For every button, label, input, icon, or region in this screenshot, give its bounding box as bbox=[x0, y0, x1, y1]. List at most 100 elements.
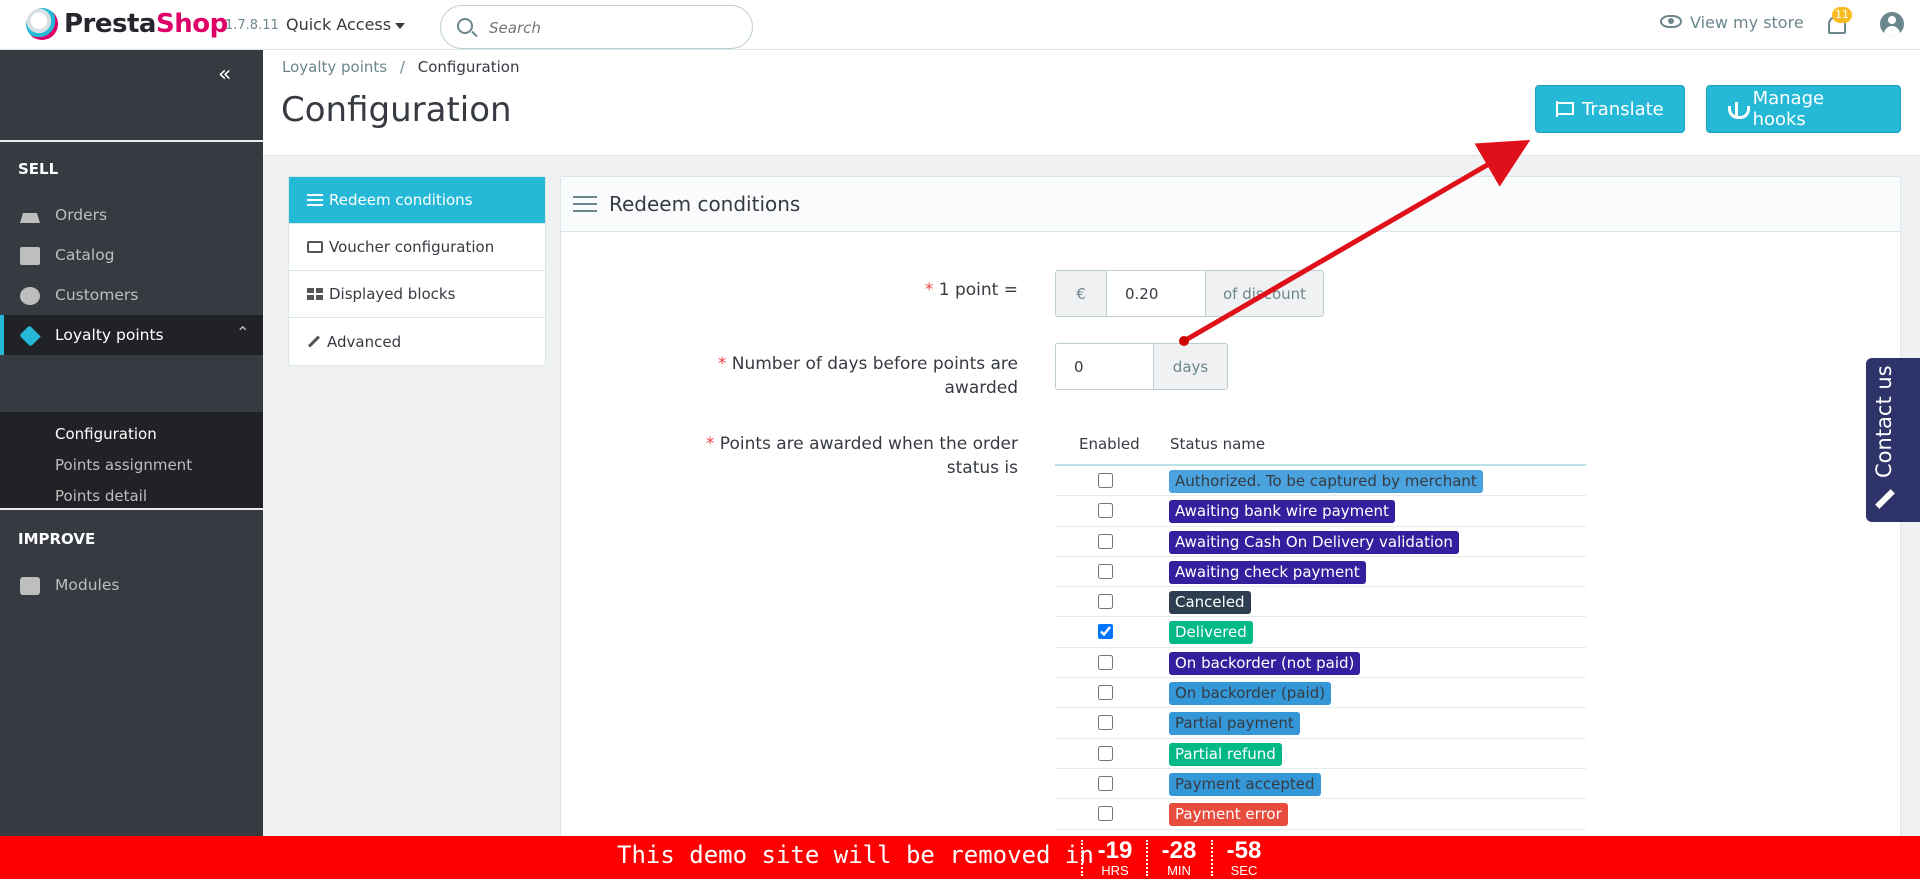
section-sell: SELL bbox=[18, 160, 59, 178]
loyalty-submenu: Configuration Points assignment Points d… bbox=[0, 412, 263, 510]
anchor-icon bbox=[1727, 100, 1750, 119]
customer-icon bbox=[20, 287, 40, 305]
manage-hooks-button[interactable]: Manage hooks bbox=[1706, 85, 1901, 133]
list-icon bbox=[573, 196, 597, 212]
status-badge: Authorized. To be captured by merchant bbox=[1169, 470, 1483, 493]
status-enabled-checkbox[interactable] bbox=[1098, 806, 1113, 822]
logo-text[interactable]: PrestaShop bbox=[64, 9, 228, 39]
currency-addon: € bbox=[1056, 271, 1106, 316]
status-enabled-checkbox[interactable] bbox=[1098, 624, 1113, 640]
timer-minutes: -28 MIN bbox=[1161, 837, 1197, 878]
col-status-name: Status name bbox=[1170, 435, 1266, 453]
col-enabled: Enabled bbox=[1079, 435, 1140, 453]
wand-icon bbox=[307, 335, 321, 348]
days-label: * Number of days before points are awarde… bbox=[717, 354, 1018, 398]
status-enabled-checkbox[interactable] bbox=[1098, 715, 1113, 731]
breadcrumb-current: Configuration bbox=[417, 58, 520, 76]
table-row: On backorder (paid) bbox=[1055, 678, 1586, 709]
table-row: Awaiting check payment bbox=[1055, 557, 1586, 588]
view-store-link[interactable]: View my store bbox=[1660, 13, 1804, 32]
status-enabled-checkbox[interactable] bbox=[1098, 654, 1113, 670]
translate-button[interactable]: Translate bbox=[1535, 85, 1685, 133]
tag-icon bbox=[19, 325, 41, 347]
top-header: PrestaShop 1.7.8.11 Quick Access View my… bbox=[0, 0, 1920, 50]
timer-seconds: -58 SEC bbox=[1226, 837, 1262, 878]
collapse-sidebar-icon[interactable]: « bbox=[218, 62, 231, 87]
quick-access-dropdown[interactable]: Quick Access bbox=[286, 15, 406, 34]
version-label: 1.7.8.11 bbox=[225, 18, 279, 33]
sidebar-item-catalog[interactable]: Catalog bbox=[0, 235, 263, 275]
tab-displayed-blocks[interactable]: Displayed blocks bbox=[289, 271, 545, 318]
status-enabled-checkbox[interactable] bbox=[1098, 775, 1113, 791]
status-badge: Awaiting check payment bbox=[1169, 560, 1366, 584]
table-row: Payment accepted bbox=[1055, 769, 1586, 800]
status-enabled-checkbox[interactable] bbox=[1098, 685, 1113, 701]
table-row: Payment error bbox=[1055, 799, 1586, 830]
tab-redeem-conditions[interactable]: Redeem conditions bbox=[289, 177, 545, 224]
eye-icon bbox=[1660, 15, 1682, 28]
sidebar-divider bbox=[0, 140, 263, 142]
status-rows: Authorized. To be captured by merchant Aw… bbox=[1055, 466, 1586, 830]
chevron-up-icon: ⌃ bbox=[236, 323, 250, 342]
status-enabled-checkbox[interactable] bbox=[1098, 473, 1113, 488]
table-row: On backorder (not paid) bbox=[1055, 648, 1586, 679]
days-group: days bbox=[1055, 343, 1228, 390]
search-icon[interactable] bbox=[457, 18, 473, 34]
notification-badge[interactable]: 11 bbox=[1832, 7, 1852, 23]
timer-divider bbox=[1211, 840, 1213, 876]
point-value-group: € of discount bbox=[1055, 270, 1324, 317]
search-input[interactable] bbox=[489, 16, 739, 40]
sidebar-divider bbox=[0, 508, 263, 510]
submenu-points-assignment[interactable]: Points assignment bbox=[55, 456, 192, 474]
list-icon bbox=[307, 194, 323, 206]
basket-icon bbox=[20, 213, 40, 223]
breadcrumb-parent[interactable]: Loyalty points bbox=[282, 58, 387, 76]
status-enabled-checkbox[interactable] bbox=[1098, 745, 1113, 761]
submenu-points-detail[interactable]: Points detail bbox=[55, 487, 147, 505]
status-enabled-checkbox[interactable] bbox=[1098, 503, 1113, 519]
sidebar: « SELL Orders Catalog Customers Loyalty … bbox=[0, 50, 263, 836]
status-enabled-checkbox[interactable] bbox=[1098, 533, 1113, 549]
status-badge: Awaiting bank wire payment bbox=[1169, 500, 1395, 524]
demo-countdown-bar: This demo site will be removed in -19 HR… bbox=[0, 836, 1920, 879]
breadcrumb: Loyalty points / Configuration bbox=[282, 58, 520, 76]
status-badge: On backorder (not paid) bbox=[1169, 651, 1361, 675]
status-enabled-checkbox[interactable] bbox=[1098, 594, 1113, 610]
sidebar-item-modules[interactable]: Modules bbox=[0, 565, 263, 605]
table-row: Delivered bbox=[1055, 617, 1586, 648]
table-header: Enabled Status name bbox=[1055, 426, 1586, 466]
status-badge: Partial refund bbox=[1169, 742, 1282, 766]
sidebar-item-customers[interactable]: Customers bbox=[0, 275, 263, 315]
tab-advanced[interactable]: Advanced bbox=[289, 318, 545, 365]
status-badge: Awaiting Cash On Delivery validation bbox=[1169, 530, 1459, 554]
order-status-table: Enabled Status name Authorized. To be ca… bbox=[1055, 426, 1586, 830]
flag-icon bbox=[1556, 101, 1574, 117]
status-badge: Payment error bbox=[1169, 803, 1288, 827]
section-improve: IMPROVE bbox=[18, 530, 96, 548]
user-account-icon[interactable] bbox=[1880, 12, 1904, 36]
point-value-input[interactable] bbox=[1106, 271, 1206, 316]
prestashop-logo-icon[interactable] bbox=[26, 8, 58, 40]
table-row: Canceled bbox=[1055, 587, 1586, 618]
timer-divider bbox=[1146, 840, 1148, 876]
status-badge: Partial payment bbox=[1169, 712, 1300, 736]
submenu-configuration[interactable]: Configuration bbox=[55, 425, 157, 443]
search-box[interactable] bbox=[440, 5, 753, 49]
tab-voucher-configuration[interactable]: Voucher configuration bbox=[289, 224, 545, 271]
sidebar-item-loyalty-points[interactable]: Loyalty points ⌃ bbox=[0, 315, 263, 355]
status-enabled-checkbox[interactable] bbox=[1098, 563, 1113, 579]
sidebar-item-orders[interactable]: Orders bbox=[0, 195, 263, 235]
table-row: Partial refund bbox=[1055, 739, 1586, 769]
status-badge: Canceled bbox=[1169, 591, 1251, 615]
caret-down-icon bbox=[395, 22, 406, 29]
timer-divider bbox=[1081, 840, 1083, 876]
table-row: Awaiting Cash On Delivery validation bbox=[1055, 527, 1586, 557]
days-input[interactable] bbox=[1056, 344, 1154, 389]
days-addon: days bbox=[1154, 344, 1227, 389]
puzzle-icon bbox=[20, 577, 40, 595]
config-tabs: Redeem conditions Voucher configuration … bbox=[288, 176, 546, 366]
point-value-label: * 1 point = bbox=[924, 280, 1018, 300]
contact-us-tab[interactable]: Contact us bbox=[1866, 358, 1920, 522]
panel-heading: Redeem conditions bbox=[561, 177, 1900, 232]
status-badge: Payment accepted bbox=[1169, 772, 1321, 796]
